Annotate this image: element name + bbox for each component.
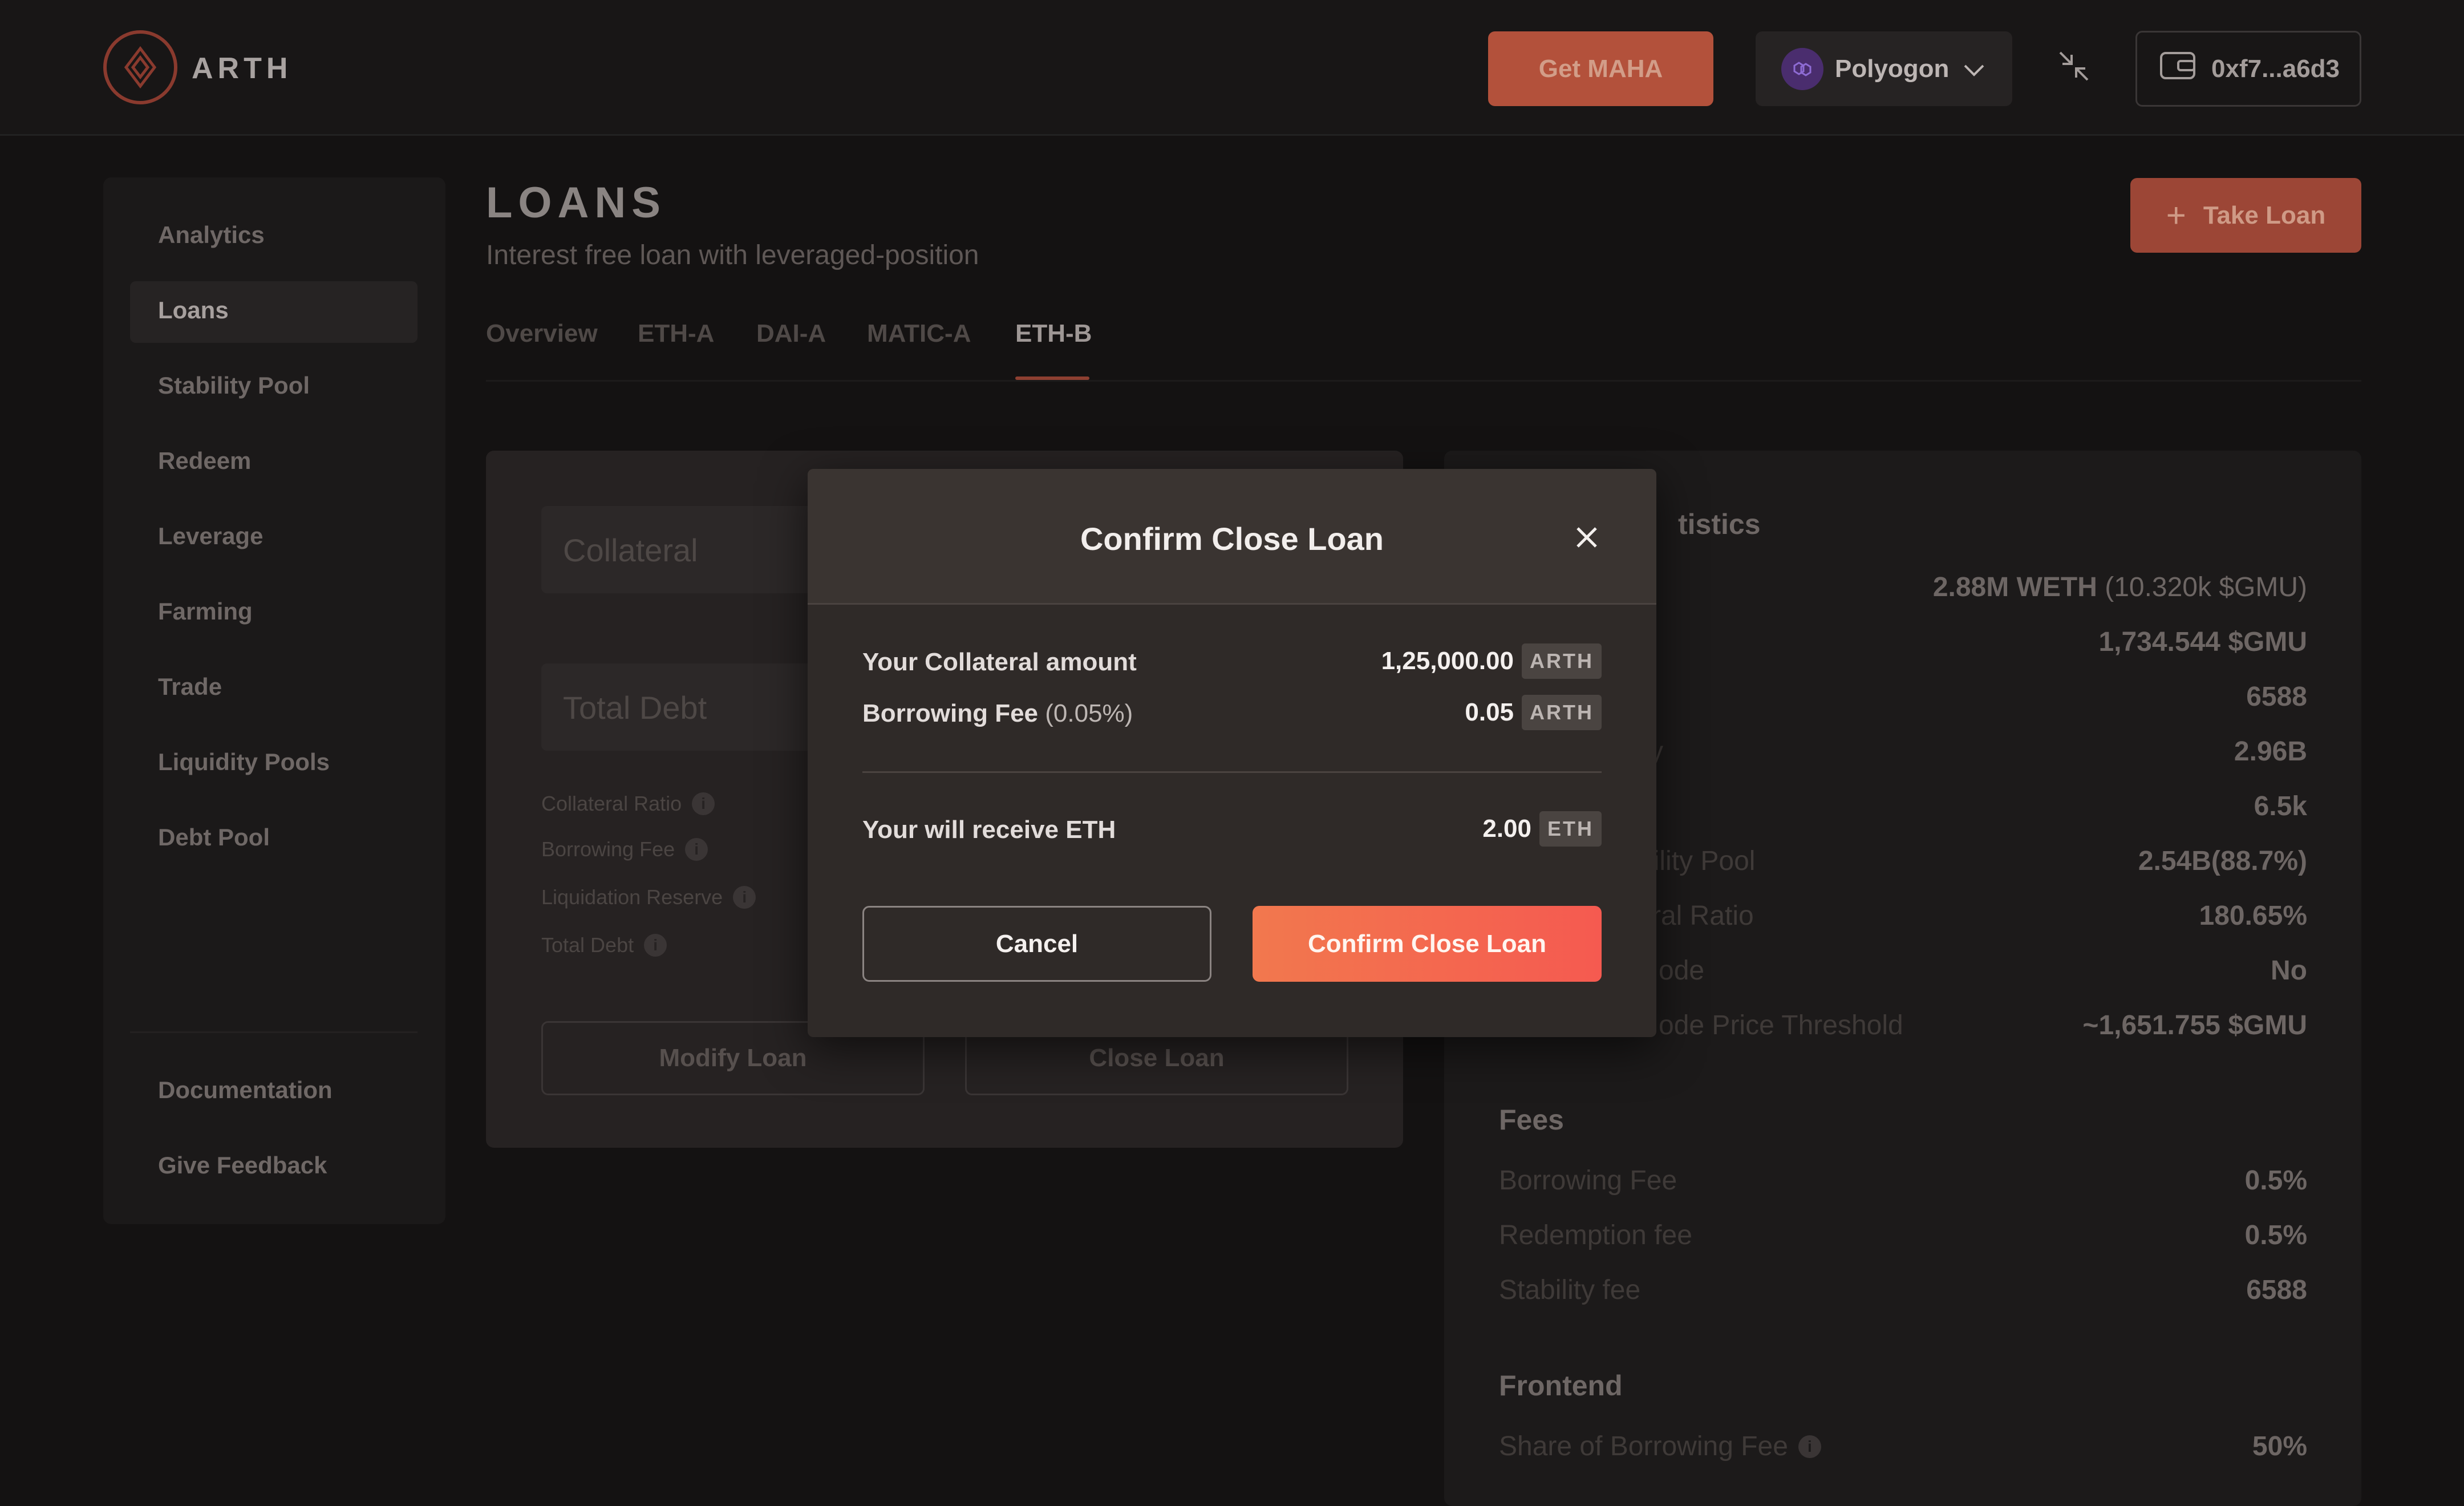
token-badge: ARTH (1522, 695, 1602, 730)
confirm-close-loan-modal: Confirm Close Loan Your Collateral amoun… (808, 469, 1656, 1037)
receive-amount: 2.00 (1482, 815, 1531, 843)
collateral-amount-label: Your Collateral amount (862, 648, 1137, 676)
borrowing-fee-label: Borrowing Fee (0.05%) (862, 699, 1133, 727)
token-badge: ARTH (1522, 643, 1602, 679)
confirm-close-loan-button[interactable]: Confirm Close Loan (1253, 906, 1602, 982)
token-badge: ETH (1539, 811, 1602, 847)
borrowing-fee-amount: 0.05 (1465, 698, 1514, 726)
collateral-amount: 1,25,000.00 (1381, 647, 1514, 675)
modal-title: Confirm Close Loan (1080, 521, 1384, 557)
cancel-button[interactable]: Cancel (862, 906, 1211, 982)
close-icon[interactable] (1570, 520, 1604, 554)
receive-value: 2.00 ETH (1482, 811, 1602, 847)
borrowing-fee-value: 0.05 ARTH (1465, 695, 1602, 730)
receive-label: Your will receive ETH (862, 816, 1116, 844)
collateral-amount-value: 1,25,000.00 ARTH (1381, 643, 1602, 679)
modal-divider (862, 771, 1602, 773)
